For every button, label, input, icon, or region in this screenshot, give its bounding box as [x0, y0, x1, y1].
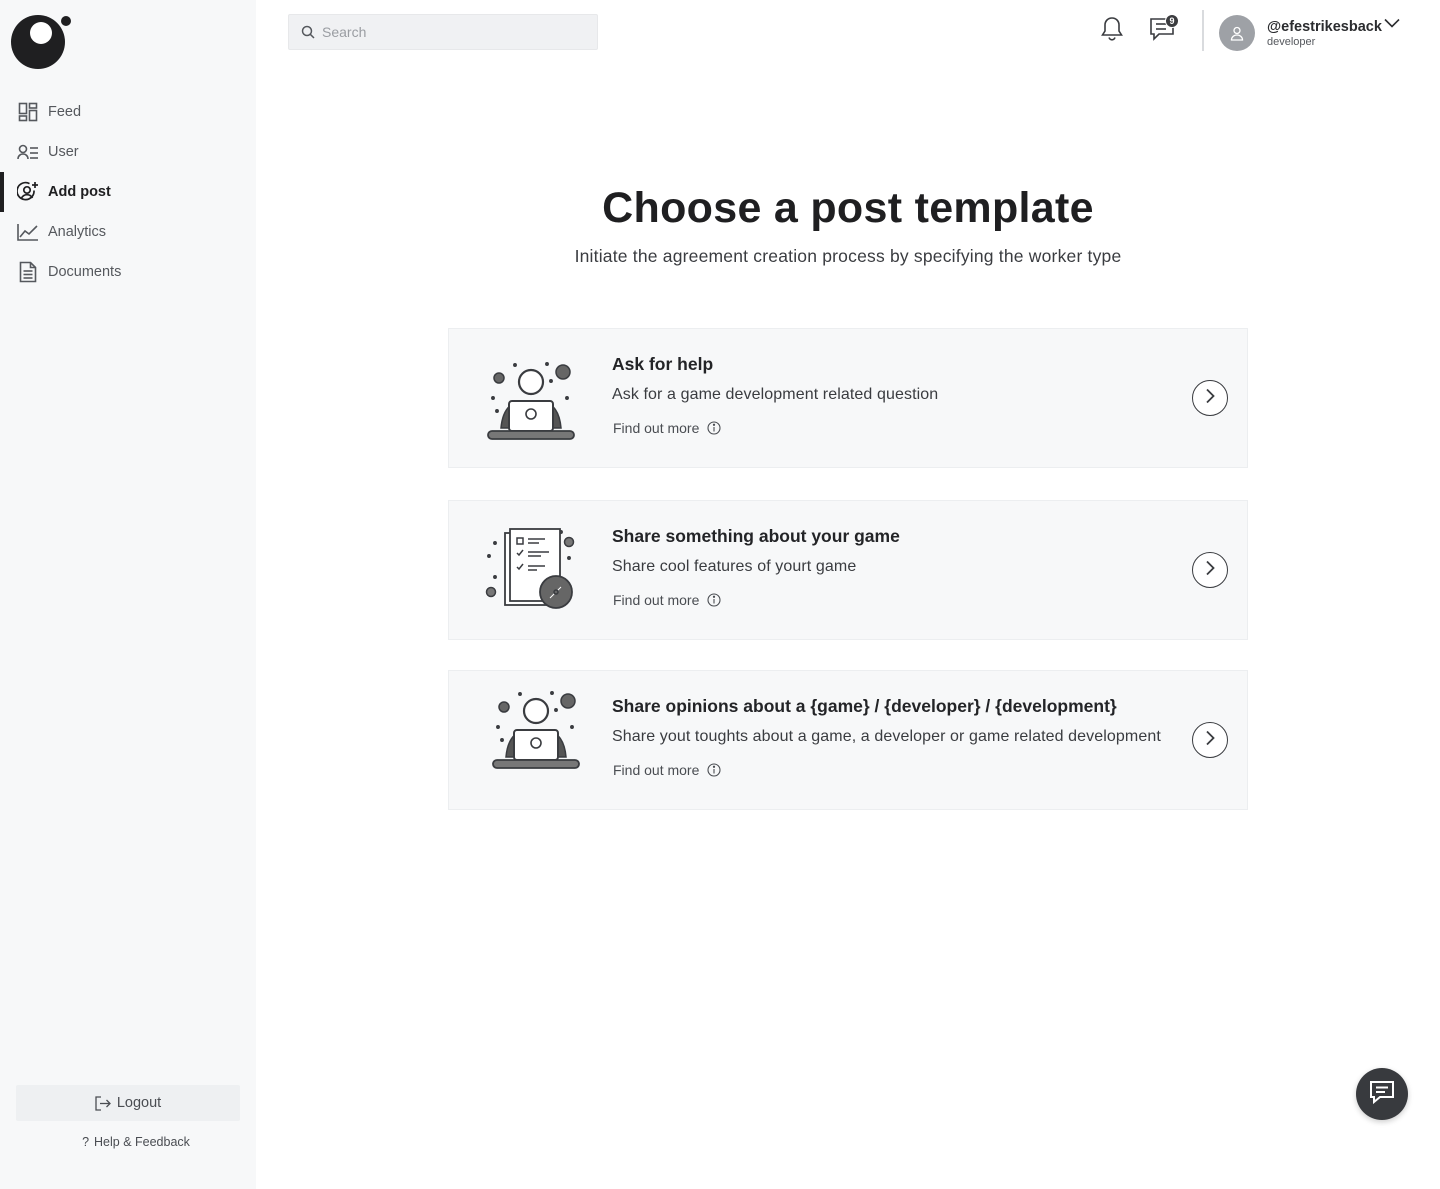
card-description: Share cool features of yourt game: [612, 558, 857, 575]
template-card-ask-for-help[interactable]: Ask for help Ask for a game development …: [448, 328, 1248, 468]
chevron-right-icon: [1205, 730, 1215, 751]
find-out-more-label: Find out more: [613, 762, 700, 778]
sidebar-item-user[interactable]: User: [0, 132, 256, 172]
person-laptop-illustration-icon: [484, 686, 594, 778]
grid-icon: [17, 101, 39, 123]
sidebar-item-label: Documents: [48, 264, 122, 280]
sidebar-item-add-post[interactable]: Add post: [0, 172, 256, 212]
card-description: Ask for a game development related quest…: [612, 386, 939, 403]
card-description: Share yout toughts about a game, a devel…: [612, 728, 1161, 745]
profile-menu[interactable]: @efestrikesback developer: [1219, 14, 1382, 52]
find-out-more-link[interactable]: Find out more: [613, 592, 721, 608]
page-title: Choose a post template: [602, 184, 1094, 232]
card-title: Ask for help: [612, 354, 714, 374]
chevron-down-icon[interactable]: [1384, 18, 1400, 28]
sidebar-item-label: Analytics: [48, 224, 107, 240]
person-laptop-illustration-icon: [479, 353, 589, 445]
info-icon: [707, 593, 721, 607]
document-icon: [17, 261, 39, 283]
notifications-button[interactable]: [1098, 16, 1126, 47]
logout-button[interactable]: Logout: [16, 1085, 240, 1121]
checklist-gauge-illustration-icon: [479, 525, 589, 617]
card-arrow-button[interactable]: [1192, 552, 1228, 588]
sidebar-nav: Feed User Add post Analytics Documents: [0, 92, 256, 292]
sidebar-item-label: User: [48, 144, 79, 160]
find-out-more-link[interactable]: Find out more: [613, 420, 721, 436]
user-role: developer: [1267, 35, 1316, 48]
page-subtitle: Initiate the agreement creation process …: [574, 246, 1122, 266]
logout-icon: [95, 1095, 111, 1111]
find-out-more-label: Find out more: [613, 420, 700, 436]
message-count-badge: 9: [1165, 14, 1179, 28]
info-icon: [707, 421, 721, 435]
template-card-share-game[interactable]: Share something about your game Share co…: [448, 500, 1248, 640]
user-list-icon: [17, 141, 39, 163]
sidebar-item-documents[interactable]: Documents: [0, 252, 256, 292]
chevron-right-icon: [1205, 388, 1215, 409]
username: @efestrikesback: [1267, 18, 1382, 35]
logo[interactable]: [11, 14, 73, 70]
info-icon: [707, 763, 721, 777]
card-title: Share opinions about a {game} / {develop…: [612, 696, 1117, 716]
card-arrow-button[interactable]: [1192, 380, 1228, 416]
sidebar-item-label: Add post: [48, 184, 111, 200]
find-out-more-label: Find out more: [613, 592, 700, 608]
bell-icon: [1100, 16, 1124, 47]
help-feedback-link[interactable]: ? Help & Feedback: [0, 1135, 272, 1149]
logout-label: Logout: [116, 1095, 162, 1111]
sidebar-item-label: Feed: [48, 104, 82, 120]
template-card-share-opinions[interactable]: Share opinions about a {game} / {develop…: [448, 670, 1248, 810]
search-icon: [301, 25, 315, 39]
chart-line-icon: [17, 221, 39, 243]
sidebar-item-feed[interactable]: Feed: [0, 92, 256, 132]
header-divider: [1202, 10, 1204, 51]
chevron-right-icon: [1205, 560, 1215, 581]
sidebar-item-analytics[interactable]: Analytics: [0, 212, 256, 252]
profile-text: @efestrikesback developer: [1267, 18, 1382, 49]
card-title: Share something about your game: [612, 526, 900, 546]
chat-button[interactable]: [1356, 1068, 1408, 1120]
avatar: [1219, 15, 1255, 51]
user-add-icon: [17, 181, 39, 203]
search-input[interactable]: [322, 24, 572, 40]
help-label: Help & Feedback: [94, 1135, 190, 1149]
chat-icon: [1368, 1078, 1396, 1111]
sidebar: Feed User Add post Analytics Documents L…: [0, 0, 256, 1189]
find-out-more-link[interactable]: Find out more: [613, 762, 721, 778]
question-icon: ?: [82, 1135, 90, 1149]
card-arrow-button[interactable]: [1192, 722, 1228, 758]
search-bar[interactable]: [288, 14, 598, 50]
